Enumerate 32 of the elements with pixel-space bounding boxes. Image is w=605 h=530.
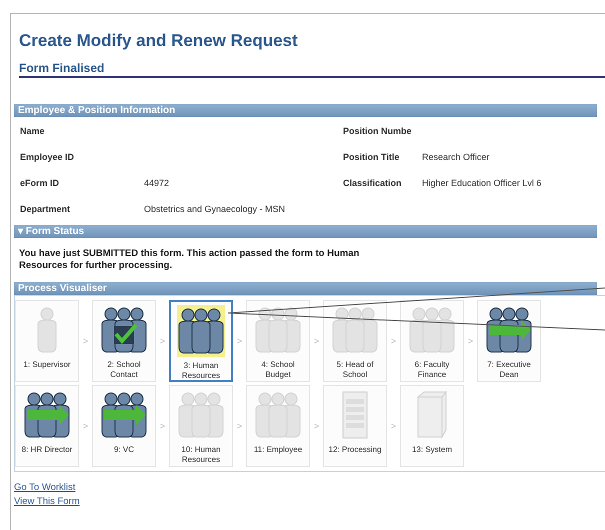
field-label: eForm ID — [20, 178, 60, 190]
field-value: Higher Education Officer Lvl 6 — [422, 178, 542, 188]
group-icon — [177, 305, 225, 357]
field-label: Position Numbe — [343, 126, 413, 138]
field-label: Classification — [343, 178, 403, 190]
field-label: Department — [20, 204, 72, 216]
field-value: Obstetrics and Gynaecology - MSN — [144, 204, 286, 214]
process-step[interactable]: 2: School Contact — [92, 300, 156, 382]
field-label: Employee ID — [20, 152, 76, 164]
field-label: Position Title — [343, 152, 400, 164]
field-label: Name — [20, 126, 46, 138]
process-step[interactable]: 6: Faculty Finance — [400, 300, 464, 382]
section-header: Employee & Position Information — [14, 104, 597, 117]
process-step[interactable]: 3: Human Resources — [169, 300, 233, 382]
field-value: 44972 — [144, 178, 170, 188]
process-step[interactable]: 13: System — [400, 385, 464, 467]
process-step[interactable]: 10: Human Resources — [169, 385, 233, 467]
process-step[interactable]: 5: Head of School — [323, 300, 387, 382]
process-step[interactable]: 8: HR Director — [15, 385, 79, 467]
status-message: You have just SUBMITTED this form. This action passed the form to Human Resources for further processing. — [18, 247, 360, 273]
process-step[interactable]: 12: Processing — [323, 385, 387, 467]
field-value: Research Officer — [422, 152, 490, 162]
process-step[interactable]: 11: Employee — [246, 385, 310, 467]
section-header: Process Visualiser — [14, 282, 597, 295]
process-step[interactable]: 7: Executive Dean — [477, 300, 541, 382]
link[interactable]: View This Form — [14, 496, 80, 507]
page-title: Create Modify and Renew Request — [19, 31, 299, 51]
link[interactable]: Go To Worklist — [14, 482, 76, 493]
process-step[interactable]: 9: VC — [92, 385, 156, 467]
process-step[interactable]: 4: School Budget — [246, 300, 310, 382]
process-step[interactable]: 1: Supervisor — [15, 300, 79, 382]
page-subtitle: Form Finalised — [19, 61, 605, 78]
